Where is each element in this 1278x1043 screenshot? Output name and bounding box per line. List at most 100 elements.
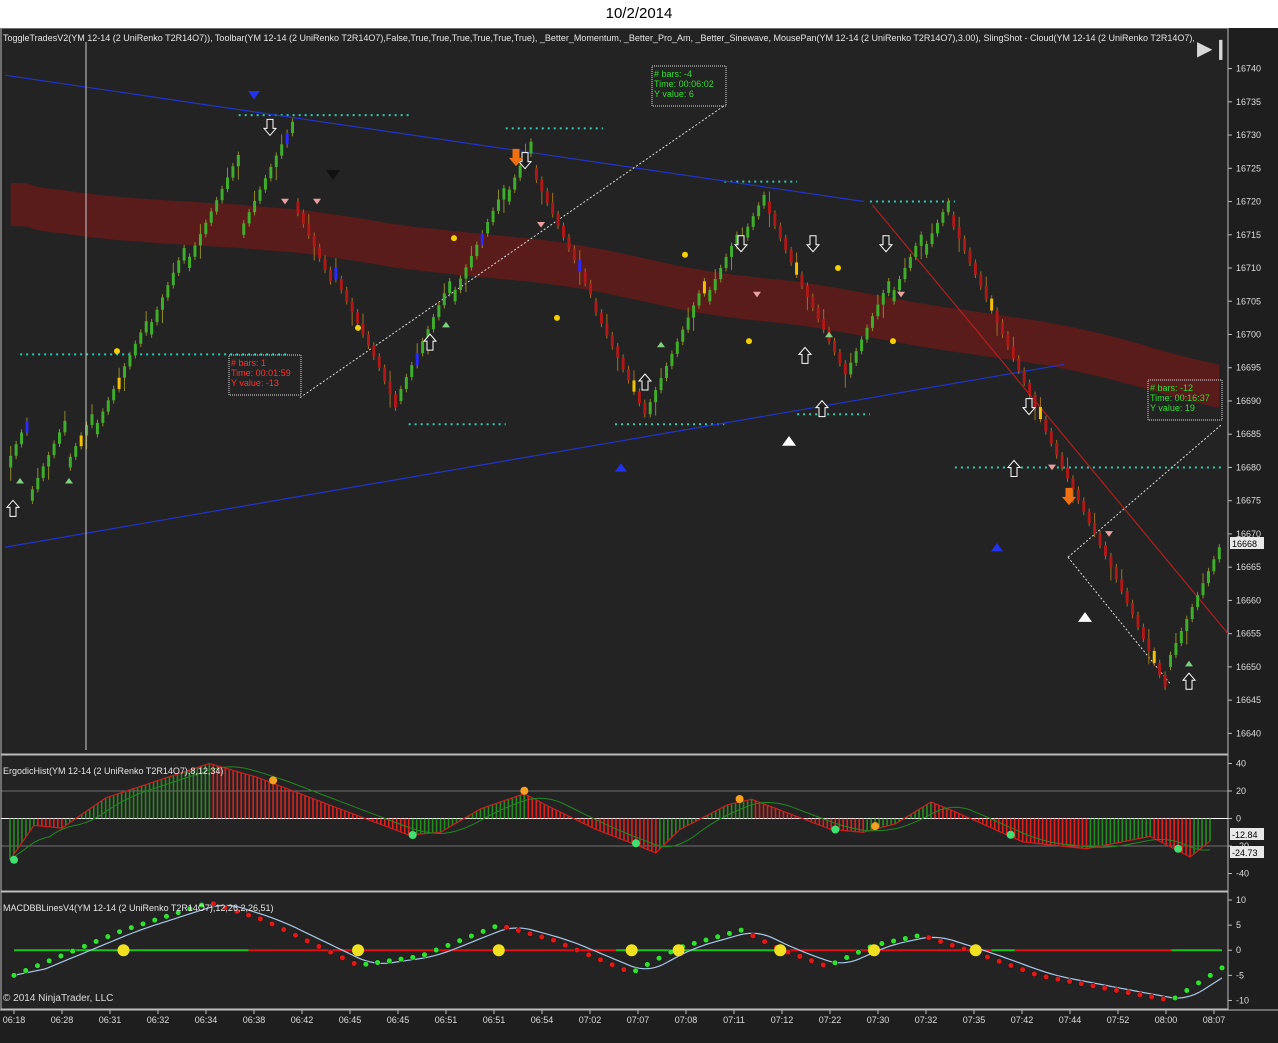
- renko-bar: [160, 297, 164, 310]
- renko-bar: [898, 279, 902, 291]
- ergodic-cross-dot: [631, 839, 640, 848]
- renko-bar: [431, 317, 435, 330]
- macd-dot: [128, 924, 135, 931]
- renko-bar: [198, 234, 202, 246]
- chart-canvas[interactable]: 16740 16735 16730 16725 16720 16715 16710 16705…: [0, 28, 1278, 1043]
- macd-dot: [550, 937, 557, 944]
- renko-bar: [1028, 382, 1032, 395]
- renko-bar: [757, 205, 761, 217]
- macd-dot: [702, 936, 710, 944]
- macd-dot: [81, 943, 88, 950]
- measure-bars: # bars: 1: [231, 358, 266, 368]
- macd-cross-marker: [117, 944, 130, 957]
- time-tick-label: 08:07: [1203, 1015, 1226, 1025]
- renko-bar: [101, 411, 105, 423]
- renko-bar: [52, 443, 56, 456]
- renko-bar: [1206, 571, 1210, 584]
- renko-bar: [150, 322, 154, 335]
- renko-bar: [220, 188, 224, 201]
- renko-bar: [627, 369, 631, 381]
- macd-dot: [620, 966, 627, 973]
- renko-bar: [117, 377, 121, 390]
- measure-value: Y value: 6: [654, 89, 694, 99]
- ergodic-cross-dot: [1006, 830, 1015, 839]
- renko-bar: [123, 366, 127, 378]
- renko-bar: [1217, 547, 1221, 560]
- ergodic-cross-dot: [10, 855, 18, 864]
- renko-bar: [849, 362, 853, 375]
- renko-bar: [686, 317, 690, 330]
- renko-bar: [860, 339, 864, 352]
- time-tick-label: 07:07: [627, 1015, 650, 1025]
- renko-bar: [415, 353, 419, 366]
- renko-bar: [366, 334, 370, 346]
- renko-bar: [681, 329, 685, 342]
- renko-bar: [155, 309, 159, 323]
- renko-bar: [632, 380, 636, 392]
- renko-bar: [139, 332, 143, 344]
- renko-bar: [518, 165, 522, 178]
- renko-bar: [843, 363, 847, 375]
- renko-bar: [74, 446, 78, 457]
- time-tick-label: 06:45: [339, 1015, 362, 1025]
- time-tick-label: 07:30: [867, 1015, 890, 1025]
- renko-bar: [1174, 642, 1178, 655]
- renko-bar: [795, 262, 799, 275]
- renko-bar: [854, 351, 858, 363]
- macd-cross-marker: [625, 944, 638, 957]
- macd-dot: [22, 967, 29, 974]
- renko-bar: [594, 301, 598, 313]
- renko-bar: [599, 312, 603, 324]
- measure-time: Time: 00:01:59: [231, 368, 291, 378]
- renko-bar: [1093, 522, 1097, 534]
- renko-bar: [269, 166, 273, 179]
- macd-dot: [632, 967, 639, 974]
- renko-bar: [957, 226, 961, 239]
- renko-bar: [204, 222, 208, 235]
- renko-bar: [209, 211, 213, 223]
- renko-bar: [556, 214, 560, 226]
- renko-bar: [784, 238, 788, 251]
- renko-bar: [751, 216, 755, 227]
- renko-bar: [551, 202, 555, 215]
- renko-bar: [903, 268, 907, 280]
- price-tick-label: 16720: [1236, 197, 1261, 207]
- time-tick-label: 07:32: [915, 1015, 938, 1025]
- price-tick-label: 16665: [1236, 562, 1261, 572]
- renko-bar: [263, 178, 267, 190]
- renko-bar: [9, 455, 13, 468]
- renko-bar: [491, 210, 495, 223]
- macd-dot: [820, 961, 827, 968]
- macd-dot: [280, 926, 287, 933]
- renko-bar: [1125, 591, 1129, 604]
- ergodic-tick-label: 20: [1236, 786, 1246, 796]
- renko-bar: [1109, 556, 1113, 568]
- price-panel-frame: [0, 28, 1229, 755]
- macd-dot: [843, 954, 850, 961]
- renko-bar: [388, 381, 392, 395]
- time-tick-label: 07:11: [723, 1015, 745, 1025]
- renko-bar: [865, 327, 869, 340]
- renko-bar: [1049, 431, 1053, 444]
- renko-bar: [25, 420, 29, 433]
- renko-bar: [995, 310, 999, 323]
- renko-bar: [713, 279, 717, 291]
- renko-bar: [746, 226, 750, 238]
- measure-time: Time: 00:16:37: [1150, 393, 1210, 403]
- macd-dot: [761, 938, 768, 945]
- price-tick-label: 16645: [1236, 695, 1261, 705]
- time-tick-label: 07:52: [1107, 1015, 1130, 1025]
- renko-bar: [1136, 615, 1140, 628]
- macd-dot: [104, 933, 111, 940]
- renko-bar: [664, 365, 668, 379]
- ergodic-tick-label: 40: [1236, 759, 1246, 769]
- play-button[interactable]: ▶❙: [1197, 36, 1229, 60]
- renko-bar: [507, 189, 511, 202]
- renko-bar: [242, 223, 246, 235]
- renko-bar: [1158, 662, 1162, 675]
- ergodic-value1: -12.84: [1232, 830, 1258, 840]
- renko-bar: [339, 279, 343, 291]
- renko-bar: [177, 260, 181, 273]
- macd-dot: [515, 927, 522, 934]
- renko-bar: [946, 201, 950, 213]
